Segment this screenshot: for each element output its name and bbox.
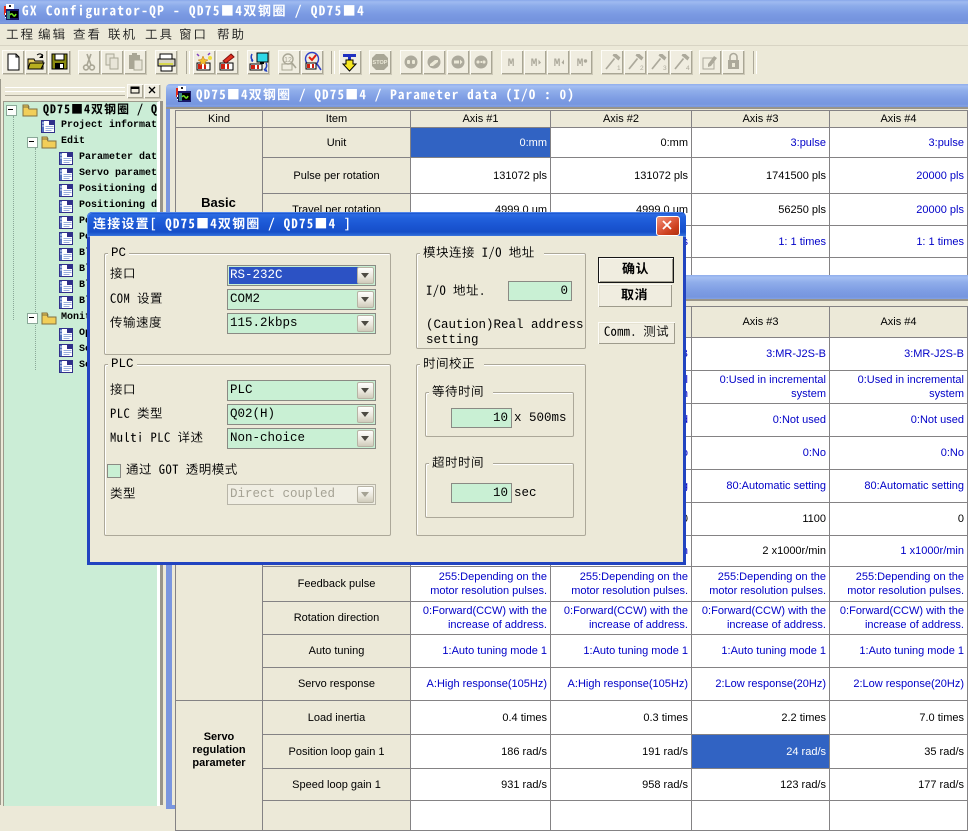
svg-text:12: 12: [284, 57, 292, 64]
svg-text:4: 4: [686, 65, 690, 72]
svg-text:1: 1: [617, 65, 621, 72]
svg-text:M: M: [577, 58, 584, 70]
svg-text:STOP: STOP: [373, 60, 388, 66]
svg-text:3: 3: [663, 65, 667, 72]
svg-text:M: M: [554, 58, 561, 70]
svg-text:2: 2: [640, 65, 644, 72]
svg-text:M: M: [508, 58, 515, 70]
svg-text:M: M: [531, 58, 538, 70]
